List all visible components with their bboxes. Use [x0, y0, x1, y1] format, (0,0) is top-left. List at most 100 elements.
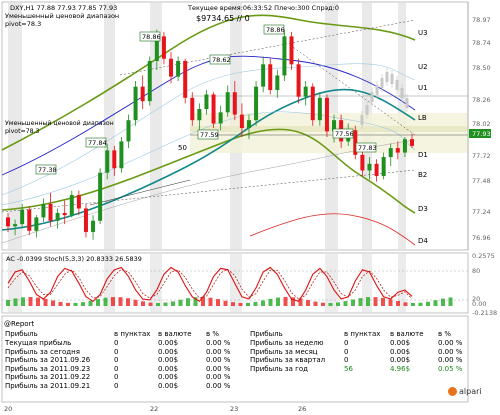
- ac-bar: [231, 302, 235, 306]
- candle-body: [402, 139, 407, 153]
- ac-bar: [13, 298, 18, 306]
- report-cell: Прибыль за квартал: [250, 356, 326, 364]
- annotation-50: 50: [178, 144, 187, 152]
- report-cell: 0.00$: [158, 381, 179, 390]
- ac-bar: [126, 298, 130, 306]
- ac-bar: [261, 300, 265, 306]
- ac-bar: [306, 300, 310, 306]
- time-axis: 20 22 23 26: [2, 403, 468, 413]
- report-cell: 0: [114, 347, 119, 356]
- candle-body: [282, 36, 287, 76]
- indicator-tick-label: 80: [472, 267, 480, 275]
- subtitle-1: Уменьшенный ценовой диапазон: [5, 12, 119, 20]
- candle-body: [62, 212, 67, 216]
- ac-bar: [441, 298, 445, 306]
- report-cell: Прибыль за сегодня: [5, 347, 80, 356]
- ac-bar: [141, 301, 145, 306]
- left-note-2: pivot=78.3: [5, 128, 40, 135]
- ac-bar: [96, 299, 100, 306]
- ac-bar: [88, 300, 93, 306]
- ac-bar: [21, 297, 25, 306]
- ac-bar: [321, 302, 325, 306]
- report-cell: 0.00$: [390, 356, 411, 364]
- ac-bar: [81, 302, 85, 306]
- price-tag-label: 77.56: [335, 130, 354, 138]
- candle-body: [310, 86, 315, 121]
- ac-bar: [343, 301, 348, 306]
- candle-body: [303, 86, 308, 97]
- candle-body: [105, 150, 110, 173]
- report-cell: 0: [344, 356, 349, 364]
- candle-body: [112, 150, 117, 169]
- ac-bar: [268, 298, 273, 306]
- level-label: D4: [418, 237, 428, 245]
- report-cell: 0: [114, 364, 119, 373]
- ac-bar: [186, 298, 190, 306]
- ac-bar: [133, 299, 138, 306]
- candle-body: [133, 86, 138, 121]
- ac-bar: [388, 299, 393, 306]
- candle-body: [360, 154, 365, 171]
- candle-body: [381, 157, 386, 177]
- brand-logo: alpari: [448, 387, 482, 396]
- ac-bar: [238, 302, 243, 306]
- report-cell: Прибыль за 2011.09.22: [5, 373, 91, 381]
- report-cell: 0.00 %: [206, 381, 231, 390]
- ac-bar: [351, 299, 355, 306]
- candle-body: [388, 148, 393, 158]
- report-cell: 0.00 %: [206, 356, 231, 364]
- price-tag-label: 77.38: [38, 166, 57, 174]
- ac-bar: [28, 297, 33, 306]
- report-cell: 0.00 %: [206, 339, 231, 347]
- candle-body: [268, 64, 273, 90]
- ac-bar: [448, 297, 453, 306]
- candle-body: [6, 217, 10, 227]
- report-cell: 0.05 %: [438, 364, 463, 373]
- candle-body: [374, 163, 379, 177]
- candle-body: [367, 163, 372, 171]
- indicator-tick-label: -0.2138: [472, 309, 497, 317]
- brand-name: alpari: [459, 387, 482, 396]
- level-label: LB: [418, 114, 427, 122]
- report-cell: Текущая прибыль: [5, 339, 72, 347]
- ac-bar: [51, 300, 55, 306]
- candle-body: [254, 86, 259, 121]
- indicator-label: AC -0.0399 Stoch(5,3,3) 20.8333 26.5839: [6, 255, 142, 263]
- ac-bar: [336, 302, 340, 306]
- subtitle-2: pivot=78.3: [5, 20, 41, 28]
- candle-body: [126, 120, 131, 142]
- profit-report: @Report Прибыль в пунктах в валюте в % Текущ…: [2, 320, 470, 402]
- candle-body: [83, 208, 88, 232]
- ac-bar: [171, 301, 175, 306]
- ac-bar: [426, 301, 430, 306]
- ac-bar: [208, 297, 213, 306]
- report-cell: 0.00 %: [438, 339, 463, 347]
- candle-body: [232, 92, 237, 115]
- price-tag-label: 78.86: [266, 26, 285, 34]
- ac-bar: [328, 302, 333, 306]
- candle-body: [13, 224, 18, 227]
- ac-bar: [156, 302, 160, 306]
- ac-bar: [66, 302, 70, 306]
- ac-bar: [223, 300, 228, 306]
- report-header-cell: Прибыль: [250, 330, 283, 338]
- report-cell: 0: [114, 381, 119, 390]
- report-cell: Прибыль за месяц: [250, 347, 318, 356]
- report-cell: 0.00 %: [206, 373, 231, 381]
- candle-body: [197, 109, 202, 121]
- candle-body: [211, 94, 216, 124]
- report-cell: 0: [344, 347, 349, 356]
- report-cell: 0.00$: [158, 356, 179, 364]
- candle-body: [183, 60, 188, 98]
- level-label: U3: [418, 29, 428, 37]
- ac-bar: [118, 297, 123, 306]
- price-tag-label: 77.59: [200, 131, 219, 139]
- symbol-line: DXY,H1 77.88 77.93 77.85 77.93: [10, 4, 117, 12]
- ac-bar: [373, 297, 378, 306]
- candle-body: [98, 172, 103, 221]
- report-cell: 0: [344, 339, 349, 347]
- report-cell: 0.00$: [158, 347, 179, 356]
- candle-body: [119, 141, 124, 169]
- ac-bar: [283, 297, 288, 306]
- candle-body: [20, 209, 25, 225]
